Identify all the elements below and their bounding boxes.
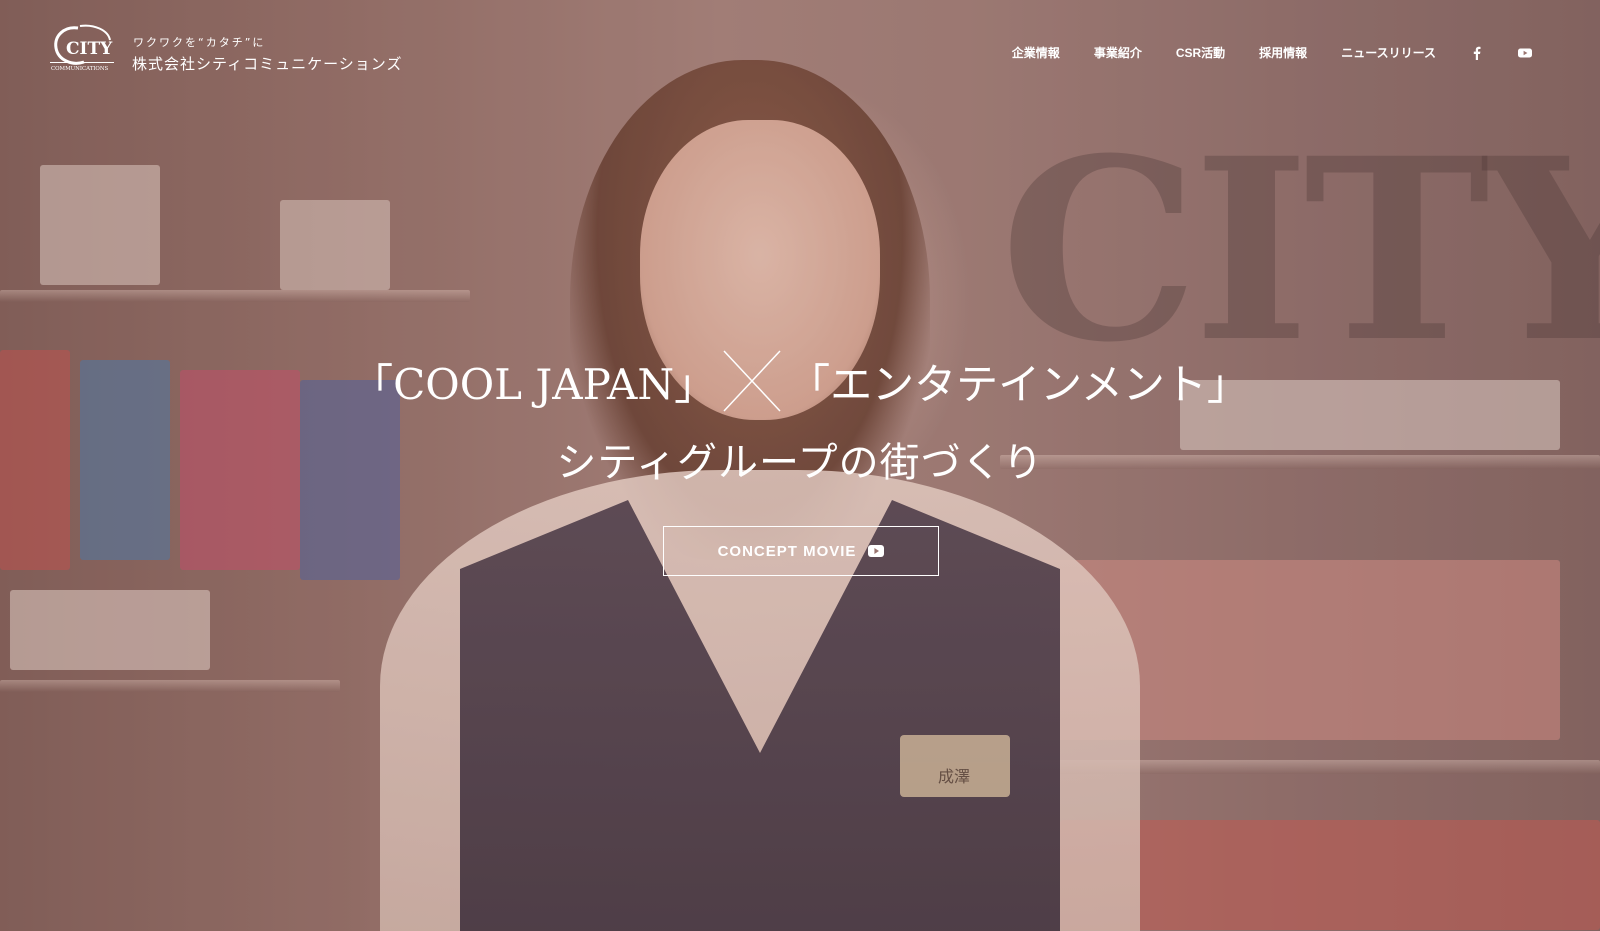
hero-catchphrase: 「COOL JAPAN」 「エンタテインメント」 シティグループの街づくり <box>0 346 1600 488</box>
company-logo[interactable]: CITY COMMUNICATIONS <box>50 22 114 72</box>
youtube-icon <box>868 545 885 557</box>
site-header: CITY COMMUNICATIONS ワクワクを“カタチ”に 株式会社シティコ… <box>0 0 1600 100</box>
concept-movie-label: CONCEPT MOVIE <box>717 542 857 560</box>
nav-company-info[interactable]: 企業情報 <box>1012 44 1060 61</box>
youtube-icon[interactable] <box>1518 46 1532 60</box>
concept-movie-button[interactable]: CONCEPT MOVIE <box>663 526 939 576</box>
tagline: ワクワクを“カタチ”に <box>133 36 266 49</box>
nav-recruit[interactable]: 採用情報 <box>1259 44 1307 61</box>
logo-subtext: COMMUNICATIONS <box>51 66 109 72</box>
nav-csr[interactable]: CSR活動 <box>1176 44 1225 61</box>
nav-business[interactable]: 事業紹介 <box>1094 44 1142 61</box>
logo-text: CITY <box>66 39 113 59</box>
catch-entertainment: 「エンタテインメント」 <box>788 359 1249 409</box>
cross-icon <box>723 350 781 412</box>
facebook-icon[interactable] <box>1470 46 1484 60</box>
city-logo-icon: CITY COMMUNICATIONS <box>50 24 114 72</box>
company-name: 株式会社シティコミュニケーションズ <box>132 55 403 73</box>
nav-news-release[interactable]: ニュースリリース <box>1341 44 1436 61</box>
catchphrase-line-2: シティグループの街づくり <box>556 440 1044 486</box>
main-nav: 企業情報 事業紹介 CSR活動 採用情報 ニュースリリース <box>1012 44 1532 61</box>
catchphrase-line-1: 「COOL JAPAN」 「エンタテインメント」 <box>0 346 1600 416</box>
catch-cool-japan: 「COOL JAPAN」 <box>351 359 717 409</box>
